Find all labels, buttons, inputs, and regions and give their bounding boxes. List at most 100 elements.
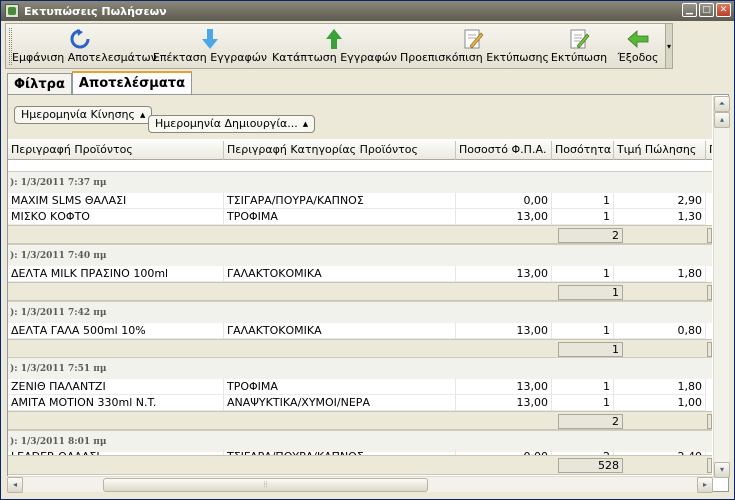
cell-category: ΤΡΟΦΙΜΑ [224, 209, 456, 225]
footer-edge [707, 342, 712, 357]
refresh-icon [70, 29, 90, 49]
cell-quantity: 1 [552, 209, 614, 225]
group-footer: 1 [8, 339, 712, 358]
cell-description: ΑΜΙΤΑ MOTION 330ml N.T. [8, 395, 224, 411]
cell-vat: 13,00 [456, 266, 552, 282]
cell-vat: 13,00 [456, 379, 552, 395]
minimize-button[interactable]: ▁ [682, 3, 697, 17]
scroll-right-button[interactable]: ▸ [697, 477, 713, 493]
horizontal-scrollbar[interactable]: ◂ ⦙⦙ ▸ [7, 476, 713, 493]
close-button[interactable]: ✕ [716, 3, 731, 17]
exit-label: Έξοδος [617, 51, 659, 64]
exit-button[interactable]: Έξοδος [612, 26, 664, 68]
group-row[interactable]: ): 1/3/2011 7:37 πμ [8, 171, 712, 193]
group-quantity-total: 2 [558, 228, 623, 243]
maximize-button[interactable]: □ [699, 3, 714, 17]
cell-vat: 13,00 [456, 323, 552, 339]
app-icon [5, 4, 19, 18]
group-quantity-total: 1 [558, 285, 623, 300]
grand-total-quantity: 528 [558, 458, 623, 473]
cell-price: 1,00 [614, 395, 706, 411]
table-row[interactable]: ΖΕΝΙΘ ΠΑΛΑΝΤΖΙ ΤΡΟΦΙΜΑ 13,00 1 1,80 [8, 379, 712, 395]
tab-filters[interactable]: Φίλτρα [7, 73, 72, 95]
group-row[interactable]: ): 1/3/2011 7:40 πμ [8, 244, 712, 266]
scroll-top-button[interactable]: ⏶ [714, 96, 730, 112]
group-row[interactable]: ): 1/3/2011 7:42 πμ [8, 301, 712, 323]
sales-prints-window: Εκτυπώσεις Πωλήσεων ▁ □ ✕ Εμφάνιση Αποτε… [0, 0, 735, 500]
grand-total-footer: 528 [8, 455, 712, 475]
cell-price: 1,80 [614, 266, 706, 282]
column-header-vat[interactable]: Ποσοστό Φ.Π.Α. [456, 141, 552, 160]
cell-category: ΓΑΛΑΚΤΟΚΟΜΙΚΑ [224, 266, 456, 282]
print-label: Εκτύπωση [550, 51, 608, 64]
scroll-up-button[interactable]: ▴ [714, 112, 730, 128]
column-header-quantity[interactable]: Ποσότητα [552, 141, 614, 160]
column-header-more[interactable]: Π [706, 141, 712, 160]
table-row[interactable]: ΔΕΛΤΑ MILK ΠΡΑΣΙΝΟ 100ml ΓΑΛΑΚΤΟΚΟΜΙΚΑ 1… [8, 266, 712, 282]
print-preview-label: Προεπισκόπιση Εκτύπωσης [400, 51, 549, 64]
footer-edge [707, 228, 712, 243]
cell-description: ΜΙΣΚΟ ΚΟΦΤΟ [8, 209, 224, 225]
column-header-category[interactable]: Περιγραφή Κατηγορίας Προϊόντος [224, 141, 456, 160]
cell-quantity: 1 [552, 266, 614, 282]
scroll-down-button[interactable]: ▾ [714, 462, 730, 478]
group-row-label: ): 1/3/2011 7:37 πμ [10, 178, 107, 188]
table-row[interactable]: ΔΕΛΤΑ ΓΑΛΑ 500ml 10% ΓΑΛΑΚΤΟΚΟΜΙΚΑ 13,00… [8, 323, 712, 339]
results-grid: Περιγραφή Προϊόντος Περιγραφή Κατηγορίας… [8, 141, 712, 491]
group-footer: 2 [8, 411, 712, 430]
collapse-records-button[interactable]: Κατάπτωση Εγγραφών [272, 26, 398, 68]
cell-description: ΔΕΛΤΑ MILK ΠΡΑΣΙΝΟ 100ml [8, 266, 224, 282]
footer-edge [707, 414, 712, 429]
group-chip-movement-date[interactable]: Ημερομηνία Κίνησης ▲ [14, 106, 153, 124]
grid-header: Περιγραφή Προϊόντος Περιγραφή Κατηγορίας… [8, 141, 712, 160]
results-panel: Ημερομηνία Κίνησης ▲ Ημερομηνία Δημιουργί… [7, 94, 729, 492]
cell-vat: 0,00 [456, 193, 552, 209]
cell-category: ΤΣΙΓΑΡΑ/ΠΟΥΡΑ/ΚΑΠΝΟΣ [224, 193, 456, 209]
collapse-records-label: Κατάπτωση Εγγραφών [272, 51, 398, 64]
cell-quantity: 1 [552, 395, 614, 411]
show-results-label: Εμφάνιση Αποτελεσμάτων [12, 51, 157, 64]
tab-results[interactable]: Αποτελέσματα [71, 71, 193, 95]
cell-price: 1,30 [614, 209, 706, 225]
cell-category: ΑΝΑΨΥΚΤΙΚΑ/ΧΥΜΟΙ/ΝΕΡΑ [224, 395, 456, 411]
cell-price: 2,90 [614, 193, 706, 209]
cell-price: 0,80 [614, 323, 706, 339]
group-quantity-total: 2 [558, 414, 623, 429]
tab-strip: Φίλτρα Αποτελέσματα [7, 71, 193, 95]
cell-category: ΓΑΛΑΚΤΟΚΟΜΙΚΑ [224, 323, 456, 339]
arrow-up-icon [326, 29, 342, 49]
title-bar[interactable]: Εκτυπώσεις Πωλήσεων ▁ □ ✕ [1, 1, 734, 21]
group-chip-creation-date[interactable]: Ημερομηνία Δημιουργία... ▲ [148, 115, 316, 133]
cell-quantity: 1 [552, 379, 614, 395]
group-row-label: ): 1/3/2011 7:51 πμ [10, 364, 107, 374]
horizontal-scroll-thumb[interactable]: ⦙⦙ [103, 478, 428, 492]
cell-quantity: 1 [552, 193, 614, 209]
group-chip-creation-date-label: Ημερομηνία Δημιουργία... [155, 117, 298, 130]
cell-description: ΔΕΛΤΑ ΓΑΛΑ 500ml 10% [8, 323, 224, 339]
cell-description: MAXIM SLMS ΘΑΛΑΣΙ [8, 193, 224, 209]
sort-ascending-icon: ▲ [302, 120, 309, 128]
group-footer: 2 [8, 225, 712, 244]
expand-records-button[interactable]: Επέκταση Εγγραφών [152, 26, 268, 68]
column-header-description[interactable]: Περιγραφή Προϊόντος [8, 141, 224, 160]
cell-quantity: 1 [552, 323, 614, 339]
arrow-down-icon [202, 29, 218, 49]
toolbar: Εμφάνιση Αποτελεσμάτων Επέκταση Εγγραφών… [5, 23, 673, 69]
column-header-price[interactable]: Τιμή Πώλησης [614, 141, 706, 160]
print-preview-button[interactable]: Προεπισκόπιση Εκτύπωσης [400, 26, 549, 68]
vertical-scrollbar[interactable]: ⏶ ▴ ▾ [713, 96, 730, 478]
table-row[interactable]: ΜΙΣΚΟ ΚΟΦΤΟ ΤΡΟΦΙΜΑ 13,00 1 1,30 [8, 209, 712, 225]
group-quantity-total: 1 [558, 342, 623, 357]
group-chip-movement-date-label: Ημερομηνία Κίνησης [21, 108, 135, 121]
table-row[interactable]: MAXIM SLMS ΘΑΛΑΣΙ ΤΣΙΓΑΡΑ/ΠΟΥΡΑ/ΚΑΠΝΟΣ 0… [8, 193, 712, 209]
print-button[interactable]: Εκτύπωση [550, 26, 608, 68]
scroll-left-button[interactable]: ◂ [7, 477, 23, 493]
table-row[interactable]: ΑΜΙΤΑ MOTION 330ml N.T. ΑΝΑΨΥΚΤΙΚΑ/ΧΥΜΟΙ… [8, 395, 712, 411]
toolbar-overflow-chevron[interactable]: ▾ [665, 23, 673, 69]
group-by-area: Ημερομηνία Κίνησης ▲ Ημερομηνία Δημιουργί… [8, 95, 712, 139]
group-footer: 1 [8, 282, 712, 301]
show-results-button[interactable]: Εμφάνιση Αποτελεσμάτων [12, 26, 157, 68]
window-title: Εκτυπώσεις Πωλήσεων [24, 4, 167, 18]
group-row[interactable]: ): 1/3/2011 7:51 πμ [8, 357, 712, 379]
group-row-label: ): 1/3/2011 8:01 πμ [10, 437, 107, 447]
